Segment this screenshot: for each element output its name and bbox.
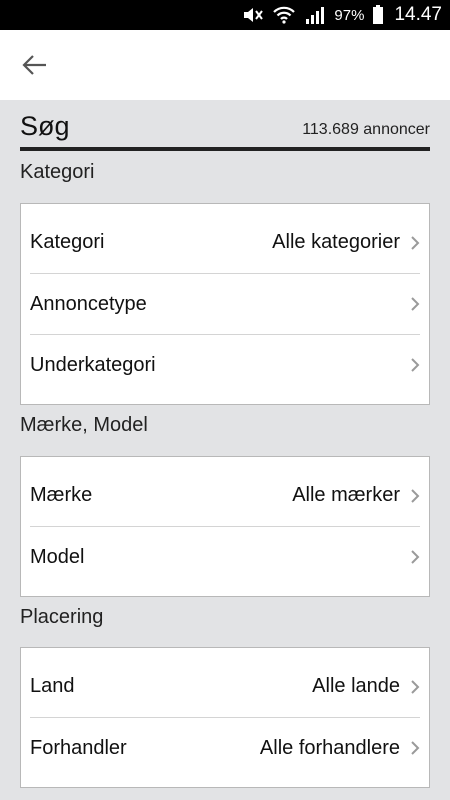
category-card: Kategori Alle kategorier Annoncetype Und…: [20, 203, 430, 405]
row-dealer[interactable]: Forhandler Alle forhandlere: [30, 717, 420, 778]
row-label: Land: [30, 675, 75, 697]
page-title: Søg: [20, 111, 70, 141]
row-label: Kategori: [30, 231, 105, 253]
row-value: Alle kategorier: [272, 231, 400, 253]
chevron-right-icon: [410, 235, 420, 251]
row-country[interactable]: Land Alle lande: [30, 656, 420, 717]
chevron-right-icon: [410, 296, 420, 312]
signal-icon: [304, 5, 326, 25]
row-label: Underkategori: [30, 353, 156, 376]
chevron-right-icon: [410, 549, 420, 565]
row-value: Alle mærker: [292, 484, 400, 506]
battery-icon: [372, 5, 384, 25]
row-category[interactable]: Kategori Alle kategorier: [30, 212, 420, 273]
row-label: Model: [30, 545, 85, 568]
chevron-right-icon: [410, 357, 420, 373]
location-card: Land Alle lande Forhandler Alle forhandl…: [20, 647, 430, 788]
chevron-right-icon: [410, 488, 420, 504]
row-model[interactable]: Model: [30, 526, 420, 587]
clock: 14.47: [394, 4, 442, 25]
header-divider: [20, 147, 430, 151]
row-label: Forhandler: [30, 736, 127, 759]
wifi-icon: [272, 5, 296, 25]
row-ad-type[interactable]: Annoncetype: [30, 273, 420, 334]
section-heading-category: Kategori: [20, 161, 95, 183]
row-make[interactable]: Mærke Alle mærker: [30, 465, 420, 526]
row-subcategory[interactable]: Underkategori: [30, 334, 420, 395]
section-heading-location: Placering: [20, 606, 104, 628]
back-button[interactable]: [18, 50, 52, 80]
row-value: Alle forhandlere: [259, 736, 400, 759]
chevron-right-icon: [410, 740, 420, 756]
make-model-card: Mærke Alle mærker Model: [20, 456, 430, 597]
app-bar: [0, 30, 450, 100]
chevron-right-icon: [410, 679, 420, 695]
row-value: Alle lande: [312, 675, 400, 697]
row-label: Annoncetype: [30, 292, 147, 315]
status-bar: 97% 14.47: [0, 0, 450, 30]
section-heading-make-model: Mærke, Model: [20, 414, 148, 436]
battery-percent: 97%: [334, 6, 365, 24]
mute-icon: [242, 5, 264, 25]
ad-count: 113.689 annoncer: [302, 121, 430, 138]
search-header: Søg 113.689 annoncer: [20, 108, 430, 146]
row-label: Mærke: [30, 484, 93, 506]
arrow-left-icon: [22, 55, 46, 75]
